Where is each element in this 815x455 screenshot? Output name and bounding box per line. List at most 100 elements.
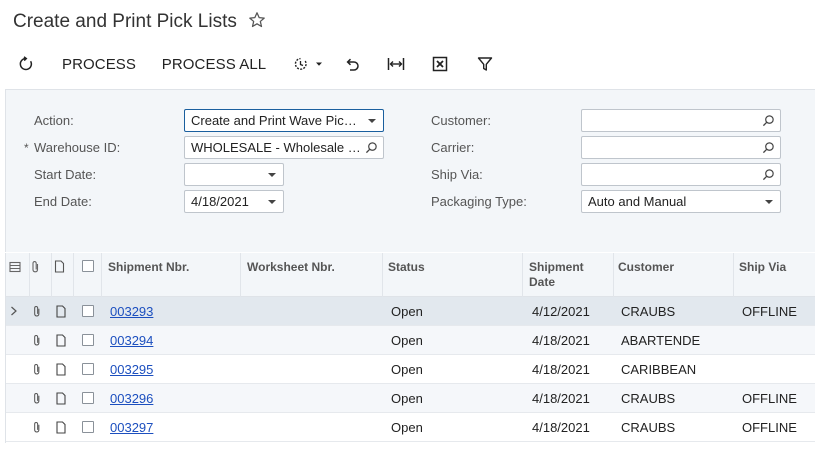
search-icon[interactable] <box>365 141 378 154</box>
table-row[interactable]: 003296 Open 4/18/2021 CRAUBS OFFLINE <box>6 384 815 413</box>
filter-button[interactable] <box>473 48 497 80</box>
chevron-down-icon <box>765 200 773 204</box>
packaging-type-value: Auto and Manual <box>588 194 687 209</box>
table-row[interactable]: 003293 Open 4/12/2021 CRAUBS OFFLINE <box>6 297 815 326</box>
action-label: Action: <box>34 113 74 128</box>
process-button[interactable]: PROCESS <box>58 48 140 80</box>
undo-icon <box>346 58 359 71</box>
row-checkbox[interactable] <box>82 392 94 404</box>
ship-via-field[interactable] <box>581 163 781 186</box>
select-all-checkbox[interactable] <box>82 260 94 272</box>
col-customer[interactable]: Customer <box>618 253 674 297</box>
toolbar: PROCESS PROCESS ALL <box>0 48 815 80</box>
shipment-link[interactable]: 003297 <box>110 420 153 435</box>
filter-panel: Action: Create and Print Wave Pick... * … <box>5 89 815 252</box>
col-shipment-date-line2: Date <box>529 275 556 289</box>
shipment-nbr-cell[interactable]: 003297 <box>110 413 153 442</box>
customer-cell: ABARTENDE <box>621 333 701 348</box>
search-icon[interactable] <box>762 141 775 154</box>
attachment-icon[interactable] <box>31 334 43 347</box>
chevron-down-icon <box>316 62 322 66</box>
fit-columns-button[interactable] <box>384 48 408 80</box>
star-icon[interactable] <box>248 11 266 29</box>
note-icon[interactable] <box>55 421 67 434</box>
customer-cell: CRAUBS <box>621 391 676 406</box>
col-ship-via[interactable]: Ship Via <box>739 253 786 297</box>
row-checkbox[interactable] <box>82 305 94 317</box>
warehouse-field[interactable]: WHOLESALE - Wholesale W... <box>184 136 384 159</box>
col-status[interactable]: Status <box>388 253 425 297</box>
carrier-label: Carrier: <box>431 140 475 155</box>
row-checkbox[interactable] <box>82 421 94 433</box>
status-cell: Open <box>391 420 423 435</box>
status-cell: Open <box>391 362 423 377</box>
carrier-field[interactable] <box>581 136 781 159</box>
shipment-date-cell: 4/18/2021 <box>532 362 590 377</box>
shipment-date-cell: 4/18/2021 <box>532 391 590 406</box>
attachment-icon[interactable] <box>31 305 43 318</box>
row-checkbox[interactable] <box>82 363 94 375</box>
shipment-nbr-cell[interactable]: 003294 <box>110 326 153 355</box>
table-row[interactable]: 003295 Open 4/18/2021 CARIBBEAN <box>6 355 815 384</box>
shipment-date-cell: 4/18/2021 <box>532 333 590 348</box>
schedule-menu-button[interactable] <box>288 48 328 80</box>
status-cell: Open <box>391 333 423 348</box>
start-date-field[interactable] <box>184 163 284 186</box>
customer-cell: CRAUBS <box>621 420 676 435</box>
column-settings-icon[interactable] <box>9 261 21 273</box>
col-shipment-nbr[interactable]: Shipment Nbr. <box>108 253 189 297</box>
status-cell: Open <box>391 391 423 406</box>
required-marker: * <box>24 141 29 155</box>
refresh-button[interactable] <box>14 48 38 80</box>
shipment-nbr-cell[interactable]: 003295 <box>110 355 153 384</box>
table-row[interactable]: 003294 Open 4/18/2021 ABARTENDE <box>6 326 815 355</box>
chevron-down-icon <box>268 200 276 204</box>
note-icon[interactable] <box>55 363 67 376</box>
undo-button[interactable] <box>340 48 364 80</box>
action-value: Create and Print Wave Pick... <box>191 113 362 128</box>
current-row-icon <box>11 306 17 316</box>
note-icon[interactable] <box>55 305 67 318</box>
ship-via-cell: OFFLINE <box>742 304 797 319</box>
attachment-icon[interactable] <box>31 392 43 405</box>
shipment-link[interactable]: 003295 <box>110 362 153 377</box>
warehouse-label: Warehouse ID: <box>34 140 121 155</box>
col-worksheet-nbr[interactable]: Worksheet Nbr. <box>247 253 335 297</box>
end-date-field[interactable]: 4/18/2021 <box>184 190 284 213</box>
col-shipment-date[interactable]: Shipment Date <box>529 253 584 297</box>
chevron-down-icon <box>268 173 276 177</box>
shipment-date-cell: 4/18/2021 <box>532 420 590 435</box>
packaging-type-label: Packaging Type: <box>431 194 527 209</box>
action-select[interactable]: Create and Print Wave Pick... <box>184 109 384 132</box>
end-date-value: 4/18/2021 <box>191 194 249 209</box>
col-shipment-date-line1: Shipment <box>529 260 584 274</box>
shipment-nbr-cell[interactable]: 003293 <box>110 297 153 326</box>
attachment-icon <box>32 261 39 273</box>
export-excel-button[interactable] <box>428 48 452 80</box>
title-bar: Create and Print Pick Lists <box>0 0 815 44</box>
process-all-label: PROCESS ALL <box>161 55 267 73</box>
row-checkbox[interactable] <box>82 334 94 346</box>
customer-cell: CARIBBEAN <box>621 362 697 377</box>
shipment-date-cell: 4/12/2021 <box>532 304 590 319</box>
search-icon[interactable] <box>762 114 775 127</box>
start-date-label: Start Date: <box>34 167 97 182</box>
shipment-link[interactable]: 003294 <box>110 333 153 348</box>
note-icon[interactable] <box>55 392 67 405</box>
attachment-icon[interactable] <box>31 421 43 434</box>
ship-via-label: Ship Via: <box>431 167 483 182</box>
customer-field[interactable] <box>581 109 781 132</box>
filter-icon <box>477 57 493 71</box>
attachment-icon[interactable] <box>31 363 43 376</box>
process-all-button[interactable]: PROCESS ALL <box>158 48 270 80</box>
warehouse-value: WHOLESALE - Wholesale W... <box>191 140 371 155</box>
shipment-nbr-cell[interactable]: 003296 <box>110 384 153 413</box>
ship-via-cell: OFFLINE <box>742 391 797 406</box>
shipment-link[interactable]: 003293 <box>110 304 153 319</box>
search-icon[interactable] <box>762 168 775 181</box>
packaging-type-select[interactable]: Auto and Manual <box>581 190 781 213</box>
grid-header: Shipment Nbr. Worksheet Nbr. Status Ship… <box>6 253 815 297</box>
note-icon[interactable] <box>55 334 67 347</box>
shipment-link[interactable]: 003296 <box>110 391 153 406</box>
table-row[interactable]: 003297 Open 4/18/2021 CRAUBS OFFLINE <box>6 413 815 442</box>
